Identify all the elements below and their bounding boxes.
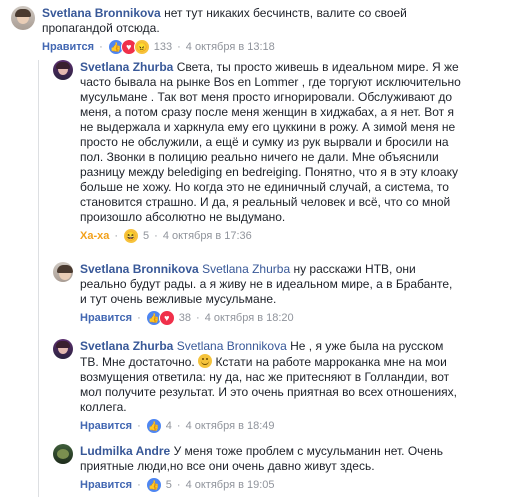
comment-author[interactable]: Ludmilka Andre [80,444,170,458]
comment-line: произошло абсолютно не выдумано. [80,210,286,224]
comment-line: больше не хожу. Но когда это не единичны… [80,180,449,194]
comment-line: разницу между belediging en bedreiging. … [80,165,458,179]
comment-author[interactable]: Svetlana Zhurba [80,60,173,74]
angry-reaction-icon: 😠 [133,39,150,55]
timestamp[interactable]: 4 октября в 13:18 [186,40,275,55]
reaction-count[interactable]: 133 [154,40,172,55]
reactions[interactable]: 👍 [145,477,162,493]
like-reaction-icon: 👍 [145,418,162,434]
separator: · [137,419,141,432]
separator: · [137,311,141,324]
comment-line: становится страшно. И да, я реальный чел… [80,195,451,209]
comment-line: меня, а потом сразу после меня женщин в … [80,105,454,119]
like-button[interactable]: Нравится [80,311,132,326]
comment-actions: Нравится · 👍 ♥ 38 · 4 октября в 18:20 [80,310,452,326]
reactions[interactable]: 😆 [123,228,140,244]
separator: · [196,311,200,324]
timestamp[interactable]: 4 октября в 19:05 [186,478,275,493]
comment-actions: Нравится · 👍 5 · 4 октября в 19:05 [80,477,443,493]
comment-actions: Ха-ха · 😆 5 · 4 октября в 17:36 [80,228,461,244]
reaction-count[interactable]: 5 [143,229,149,244]
smile-emoji-icon [198,354,213,368]
like-button[interactable]: Нравится [80,478,132,493]
comment-line: пропагандой отсюда. [42,21,160,35]
comment-author[interactable]: Svetlana Bronnikova [42,6,161,20]
comment-text: Ludmilka Andre У меня тоже проблем с мус… [80,444,443,474]
comment-line: Кстати на работе марроканка мне на мои [215,355,447,369]
comment-author[interactable]: Svetlana Bronnikova [80,262,199,276]
reply: Svetlana Bronnikova Svetlana Zhurba ну р… [53,262,508,326]
comment-text: Svetlana Zhurba Света, ты просто живешь … [80,60,461,225]
comment-actions: Нравится · 👍 4 · 4 октября в 18:49 [80,418,457,434]
like-reaction-icon: 👍 [145,477,162,493]
reply: Svetlana Zhurba Света, ты просто живешь … [53,60,508,244]
comment-line: возмущения ответила: ну да, нас же прите… [80,370,450,384]
avatar[interactable] [53,60,73,80]
comment-line: не выдержала и харкнула ему его цуккини … [80,120,456,134]
separator: · [114,229,119,242]
separator: · [176,419,181,432]
reactions[interactable]: 👍 ♥ 😠 [107,39,150,55]
reactions[interactable]: 👍 ♥ [145,310,175,326]
comment-line: ну расскажи НТВ, они [293,262,416,276]
comment-line: Света, ты просто живешь в идеальном мире… [176,60,459,74]
love-reaction-icon: ♥ [158,310,175,326]
comment-line: У меня тоже проблем с мусульманин нет. О… [173,444,443,458]
haha-button[interactable]: Ха-ха [80,229,109,244]
separator: · [176,478,181,491]
avatar[interactable] [11,6,35,30]
comment-text: Svetlana Bronnikova нет тут никаких бесч… [42,6,407,36]
avatar[interactable] [53,262,73,282]
reaction-count[interactable]: 4 [166,419,172,434]
reply: Svetlana Zhurba Svetlana Bronnikova Не ,… [53,339,508,434]
timestamp[interactable]: 4 октября в 18:49 [186,419,275,434]
comment-line: коллега. [80,400,127,414]
comment-line: просто не обслужили, а ещё и сумку из ру… [80,135,449,149]
comment-line: приятные люди,но все они очень давно жив… [80,459,375,473]
comment-line: пол. Звонки в полицию реально ничего не … [80,150,439,164]
comment-line: мол получите результат. И это очень прия… [80,385,457,399]
separator: · [177,40,181,53]
separator: · [154,229,158,242]
comment-text: Svetlana Bronnikova Svetlana Zhurba ну р… [80,262,452,307]
like-button[interactable]: Нравится [42,40,94,55]
timestamp[interactable]: 4 октября в 18:20 [205,311,294,326]
comment-text: Svetlana Zhurba Svetlana Bronnikova Не ,… [80,339,457,415]
reaction-count[interactable]: 5 [166,478,172,493]
avatar[interactable] [53,339,73,359]
comment-line: нет тут никаких бесчинств, валите со сво… [164,6,407,20]
like-button[interactable]: Нравится [80,419,132,434]
comment-actions: Нравится · 👍 ♥ 😠 133 · 4 октября в 13:18 [42,39,407,55]
haha-reaction-icon: 😆 [123,228,140,244]
comment-line: ТВ. Мне достаточно. [80,355,195,369]
comment-line: часто бывала на рынке Bos en Lommer , гд… [80,75,461,89]
separator: · [137,478,141,491]
separator: · [99,40,103,53]
comment-line: Не , я уже была на русском [290,339,444,353]
timestamp[interactable]: 4 октября в 17:36 [163,229,252,244]
mention-link[interactable]: Svetlana Bronnikova [177,339,287,353]
avatar[interactable] [53,444,73,464]
comment-line: мусульмане . Так вот меня просто игнорир… [80,90,453,104]
mention-link[interactable]: Svetlana Zhurba [202,262,290,276]
reply-thread-line [38,60,39,497]
reaction-count[interactable]: 38 [179,311,191,326]
reactions[interactable]: 👍 [145,418,162,434]
comment-author[interactable]: Svetlana Zhurba [80,339,173,353]
comment-line: реально будут рады. а я живу не в идеаль… [80,277,453,291]
comment-line: и тут очень вежливые мусульмане. [80,292,277,306]
comment: Svetlana Bronnikova нет тут никаких бесч… [11,6,506,55]
reply: Ludmilka Andre У меня тоже проблем с мус… [53,444,508,493]
